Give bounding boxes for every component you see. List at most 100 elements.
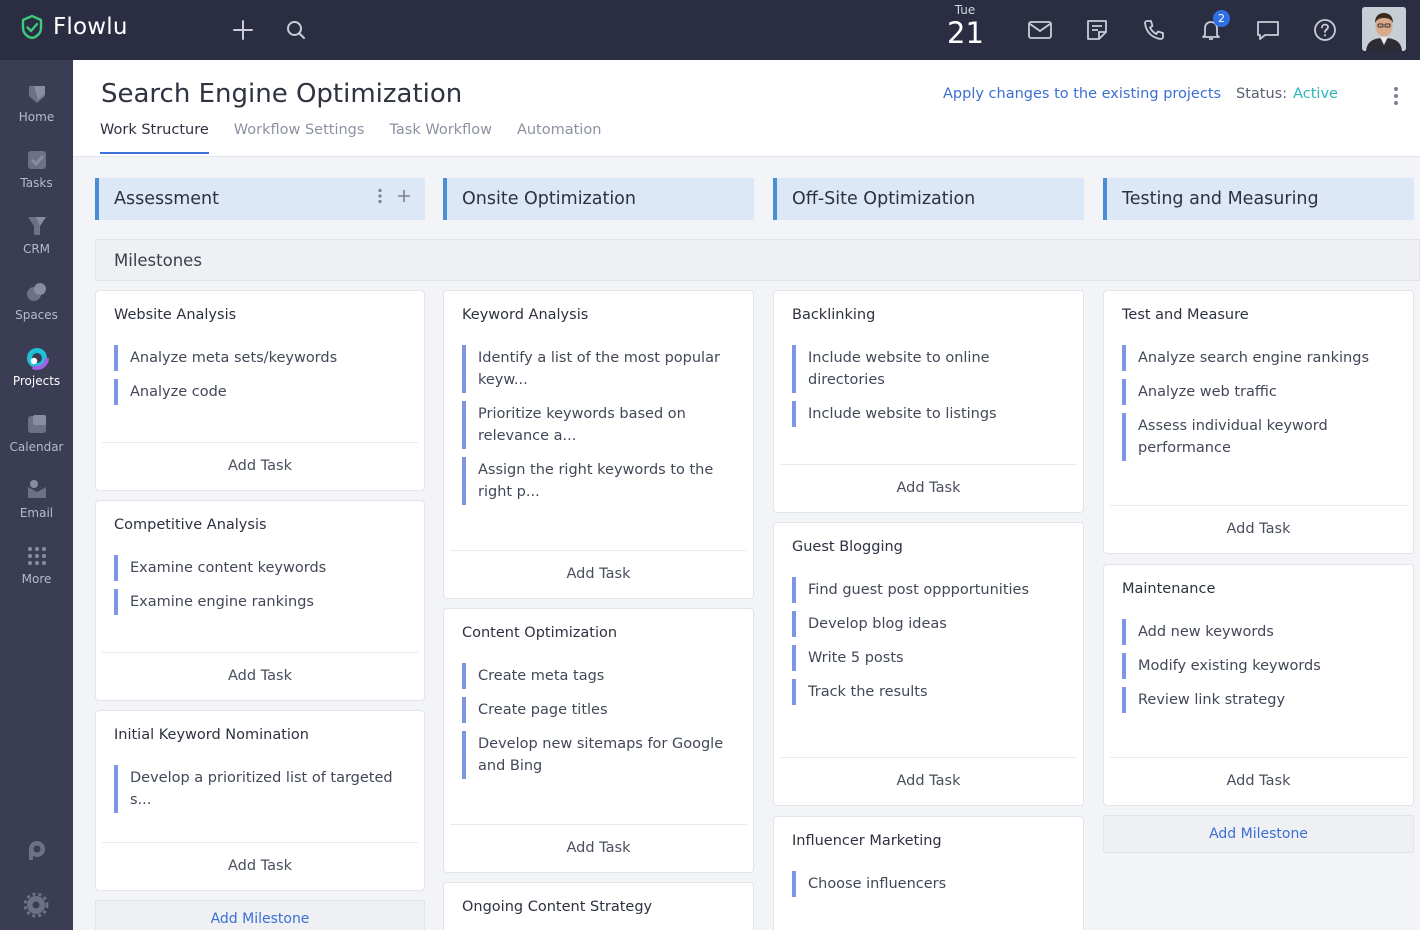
task-item[interactable]: Choose influencers: [792, 871, 1077, 897]
sidebar-item-tasks[interactable]: Tasks: [0, 134, 73, 196]
milestone-title[interactable]: Content Optimization: [444, 609, 753, 651]
add-task-button[interactable]: Add Task: [450, 824, 747, 872]
milestone-title[interactable]: Test and Measure: [1104, 291, 1413, 333]
flowlu-logo-icon: [21, 14, 43, 40]
home-icon: [28, 86, 45, 103]
milestone-title[interactable]: Guest Blogging: [774, 523, 1083, 565]
phone-icon[interactable]: [1140, 16, 1168, 44]
sidebar-item-label: Email: [19, 506, 54, 520]
tab-workflow-settings[interactable]: Workflow Settings: [234, 122, 365, 154]
add-task-button[interactable]: Add Task: [102, 442, 418, 490]
project-header: Search Engine Optimization Work Structur…: [73, 60, 1420, 157]
search-icon[interactable]: [282, 16, 310, 44]
add-task-button[interactable]: Add Task: [102, 652, 418, 700]
milestone-card: Ongoing Content Strategy: [443, 882, 754, 930]
sidebar-item-spaces[interactable]: Spaces: [0, 266, 73, 328]
status-value: Active: [1293, 86, 1338, 102]
milestone-title[interactable]: Keyword Analysis: [444, 291, 753, 333]
stage-header[interactable]: Off-Site Optimization: [773, 178, 1084, 220]
task-item[interactable]: Analyze meta sets/keywords: [114, 345, 418, 371]
milestone-card: Content Optimization Create meta tags Cr…: [443, 608, 754, 873]
apply-changes-link[interactable]: Apply changes to the existing projects: [943, 86, 1221, 102]
milestone-title[interactable]: Initial Keyword Nomination: [96, 711, 424, 753]
milestone-title[interactable]: Ongoing Content Strategy: [444, 883, 753, 925]
task-item[interactable]: Assess individual keyword performance: [1122, 413, 1357, 461]
add-task-button[interactable]: Add Task: [102, 842, 418, 890]
milestone-card: Website Analysis Analyze meta sets/keywo…: [95, 290, 425, 491]
add-stage-icon[interactable]: [397, 189, 411, 203]
mail-icon[interactable]: [1026, 16, 1054, 44]
task-item[interactable]: Create page titles: [462, 697, 747, 723]
task-item[interactable]: Write 5 posts: [792, 645, 1077, 671]
kebab-menu-icon[interactable]: [1389, 86, 1403, 106]
tab-work-structure[interactable]: Work Structure: [100, 122, 209, 154]
settings-icon[interactable]: [23, 892, 49, 918]
sidebar-item-home[interactable]: Home: [0, 68, 73, 130]
notes-icon[interactable]: [1083, 16, 1111, 44]
task-item[interactable]: Review link strategy: [1122, 687, 1407, 713]
logo[interactable]: Flowlu: [19, 14, 128, 40]
stage-title: Testing and Measuring: [1122, 189, 1319, 209]
sidebar-item-label: Calendar: [9, 440, 64, 454]
task-item[interactable]: Examine engine rankings: [114, 589, 418, 615]
milestone-title[interactable]: Website Analysis: [96, 291, 424, 333]
task-item[interactable]: Include website to listings: [792, 401, 1077, 427]
task-item[interactable]: Examine content keywords: [114, 555, 418, 581]
bell-icon[interactable]: 2: [1197, 10, 1230, 44]
project-status[interactable]: Status: Active: [1236, 86, 1338, 102]
milestone-title[interactable]: Backlinking: [774, 291, 1083, 333]
sidebar-item-email[interactable]: Email: [0, 464, 73, 526]
page-title: Search Engine Optimization: [101, 79, 463, 109]
task-item[interactable]: Add new keywords: [1122, 619, 1407, 645]
task-item[interactable]: Include website to online directories: [792, 345, 1007, 393]
add-milestone-button[interactable]: Add Milestone: [95, 900, 425, 930]
task-item[interactable]: Analyze web traffic: [1122, 379, 1407, 405]
add-task-button[interactable]: Add Task: [780, 757, 1077, 805]
task-item[interactable]: Analyze search engine rankings: [1122, 345, 1407, 371]
task-item[interactable]: Create meta tags: [462, 663, 747, 689]
task-item[interactable]: Develop new sitemaps for Google and Bing: [462, 731, 747, 779]
stage-menu-icon[interactable]: [377, 188, 383, 204]
stage-header[interactable]: Onsite Optimization: [443, 178, 754, 220]
task-item[interactable]: Develop blog ideas: [792, 611, 1077, 637]
task-item[interactable]: Analyze code: [114, 379, 418, 405]
task-item[interactable]: Assign the right keywords to the right p…: [462, 457, 747, 505]
add-milestone-button[interactable]: Add Milestone: [1103, 815, 1414, 853]
add-task-button[interactable]: Add Task: [1110, 505, 1407, 553]
task-item[interactable]: Track the results: [792, 679, 1077, 705]
task-item[interactable]: Develop a prioritized list of targeted s…: [114, 765, 404, 813]
sidebar-item-projects[interactable]: Projects: [0, 332, 73, 394]
tab-task-workflow[interactable]: Task Workflow: [389, 122, 491, 154]
task-item[interactable]: Find guest post oppportunities: [792, 577, 1077, 603]
milestone-title[interactable]: Influencer Marketing: [774, 817, 1083, 859]
user-avatar[interactable]: [1362, 7, 1406, 51]
task-item[interactable]: Prioritize keywords based on relevance a…: [462, 401, 747, 449]
sidebar-item-calendar[interactable]: Calendar: [0, 398, 73, 460]
support-icon[interactable]: [23, 838, 49, 864]
sidebar: Home Tasks CRM Spaces Projects Calendar …: [0, 60, 73, 930]
milestone-card: Guest Blogging Find guest post oppportun…: [773, 522, 1084, 806]
milestone-title[interactable]: Maintenance: [1104, 565, 1413, 607]
chat-icon[interactable]: [1254, 16, 1282, 44]
help-icon[interactable]: [1311, 16, 1339, 44]
milestones-bar: Milestones: [95, 239, 1420, 281]
plus-icon[interactable]: [229, 16, 257, 44]
add-task-button[interactable]: Add Task: [780, 464, 1077, 512]
milestone-card: Test and Measure Analyze search engine r…: [1103, 290, 1414, 554]
add-task-button[interactable]: Add Task: [450, 550, 747, 598]
sidebar-item-label: CRM: [22, 242, 51, 256]
stage-column-testing: Testing and Measuring: [1103, 178, 1414, 220]
stage-column-onsite: Onsite Optimization: [443, 178, 754, 220]
sidebar-item-label: More: [21, 572, 52, 586]
stage-header[interactable]: Testing and Measuring: [1103, 178, 1414, 220]
add-task-button[interactable]: Add Task: [1110, 757, 1407, 805]
task-item[interactable]: Modify existing keywords: [1122, 653, 1407, 679]
tab-automation[interactable]: Automation: [517, 122, 601, 154]
today-date[interactable]: Tue 21: [947, 3, 984, 49]
sidebar-item-more[interactable]: More: [0, 530, 73, 592]
milestone-card: Influencer Marketing Choose influencers: [773, 816, 1084, 930]
task-item[interactable]: Identify a list of the most popular keyw…: [462, 345, 747, 393]
milestone-title[interactable]: Competitive Analysis: [96, 501, 424, 543]
stage-header[interactable]: Assessment: [95, 178, 425, 220]
sidebar-item-crm[interactable]: CRM: [0, 200, 73, 262]
